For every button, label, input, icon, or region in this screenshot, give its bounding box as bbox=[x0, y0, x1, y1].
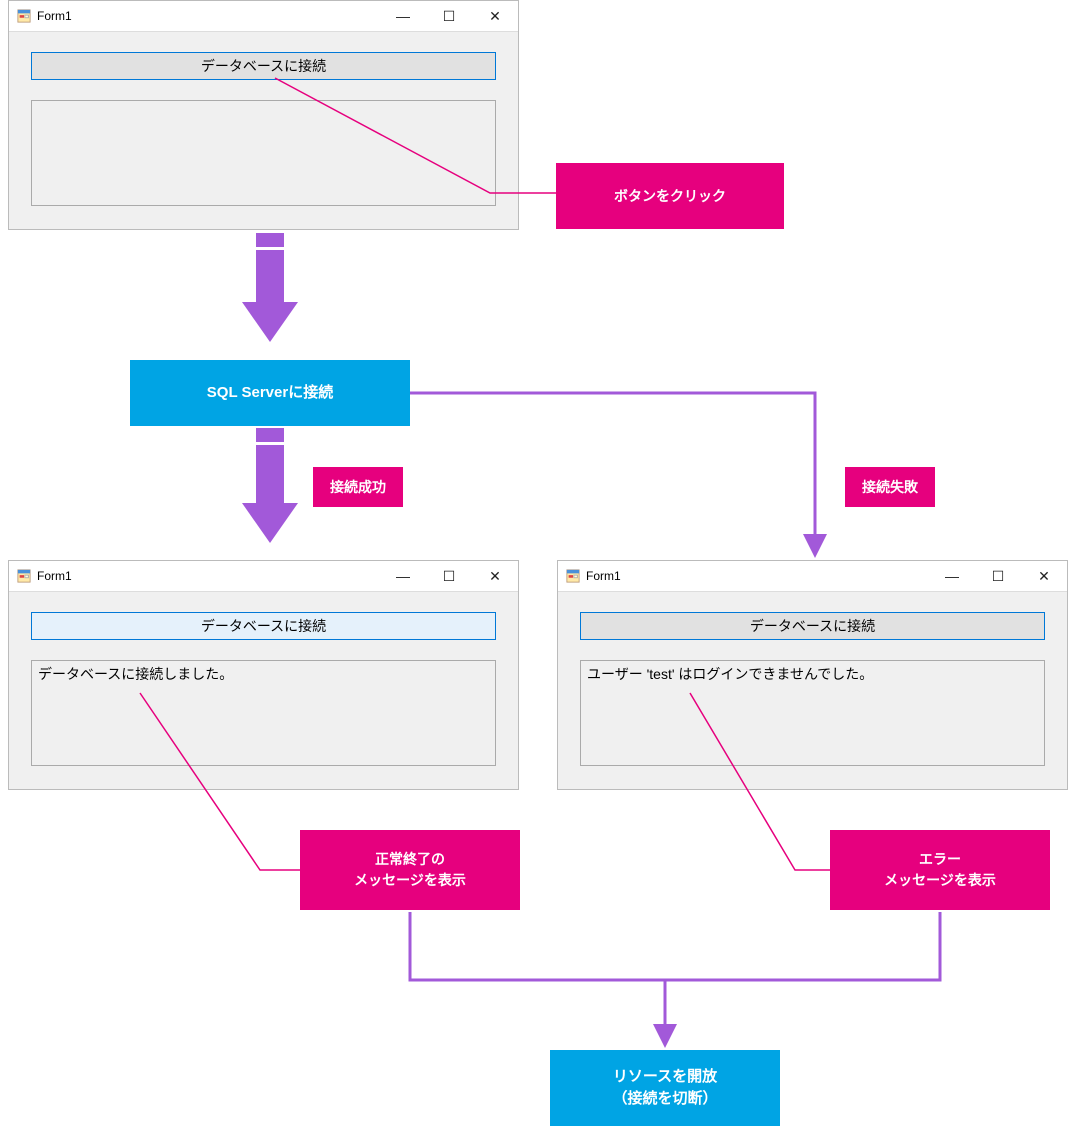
form-icon bbox=[17, 569, 31, 583]
titlebar: Form1 — ☐ ✕ bbox=[558, 561, 1067, 592]
message-textbox[interactable]: ユーザー 'test' はログインできませんでした。 bbox=[580, 660, 1045, 766]
flow-release: リソースを開放 （接続を切断） bbox=[550, 1050, 780, 1126]
close-button[interactable]: ✕ bbox=[1021, 561, 1067, 591]
form-window-fail: Form1 — ☐ ✕ データベースに接続 ユーザー 'test' はログインで… bbox=[557, 560, 1068, 790]
window-title: Form1 bbox=[37, 569, 72, 583]
message-textbox[interactable] bbox=[31, 100, 496, 206]
arrow-click-to-sql bbox=[242, 233, 298, 342]
message-textbox[interactable]: データベースに接続しました。 bbox=[31, 660, 496, 766]
titlebar: Form1 — ☐ ✕ bbox=[9, 1, 518, 32]
form-icon bbox=[566, 569, 580, 583]
close-button[interactable]: ✕ bbox=[472, 561, 518, 591]
label-success: 接続成功 bbox=[313, 467, 403, 507]
maximize-button[interactable]: ☐ bbox=[426, 1, 472, 31]
callout-success-message: 正常終了の メッセージを表示 bbox=[300, 830, 520, 910]
form-icon bbox=[17, 9, 31, 23]
arrow-success-to-release bbox=[410, 912, 665, 1042]
maximize-button[interactable]: ☐ bbox=[975, 561, 1021, 591]
form-window-initial: Form1 — ☐ ✕ データベースに接続 bbox=[8, 0, 519, 230]
form-window-success: Form1 — ☐ ✕ データベースに接続 データベースに接続しました。 bbox=[8, 560, 519, 790]
titlebar: Form1 — ☐ ✕ bbox=[9, 561, 518, 592]
connect-button[interactable]: データベースに接続 bbox=[31, 612, 496, 640]
callout-click-button: ボタンをクリック bbox=[556, 163, 784, 229]
maximize-button[interactable]: ☐ bbox=[426, 561, 472, 591]
minimize-button[interactable]: — bbox=[380, 1, 426, 31]
arrow-sql-to-fail bbox=[410, 393, 815, 552]
label-fail: 接続失敗 bbox=[845, 467, 935, 507]
window-title: Form1 bbox=[37, 9, 72, 23]
window-title: Form1 bbox=[586, 569, 621, 583]
minimize-button[interactable]: — bbox=[929, 561, 975, 591]
connect-button[interactable]: データベースに接続 bbox=[31, 52, 496, 80]
callout-error-message: エラー メッセージを表示 bbox=[830, 830, 1050, 910]
arrow-error-to-release bbox=[665, 912, 940, 980]
minimize-button[interactable]: — bbox=[380, 561, 426, 591]
connect-button[interactable]: データベースに接続 bbox=[580, 612, 1045, 640]
close-button[interactable]: ✕ bbox=[472, 1, 518, 31]
flow-sql-connect: SQL Serverに接続 bbox=[130, 360, 410, 426]
arrow-sql-to-success bbox=[242, 428, 298, 543]
